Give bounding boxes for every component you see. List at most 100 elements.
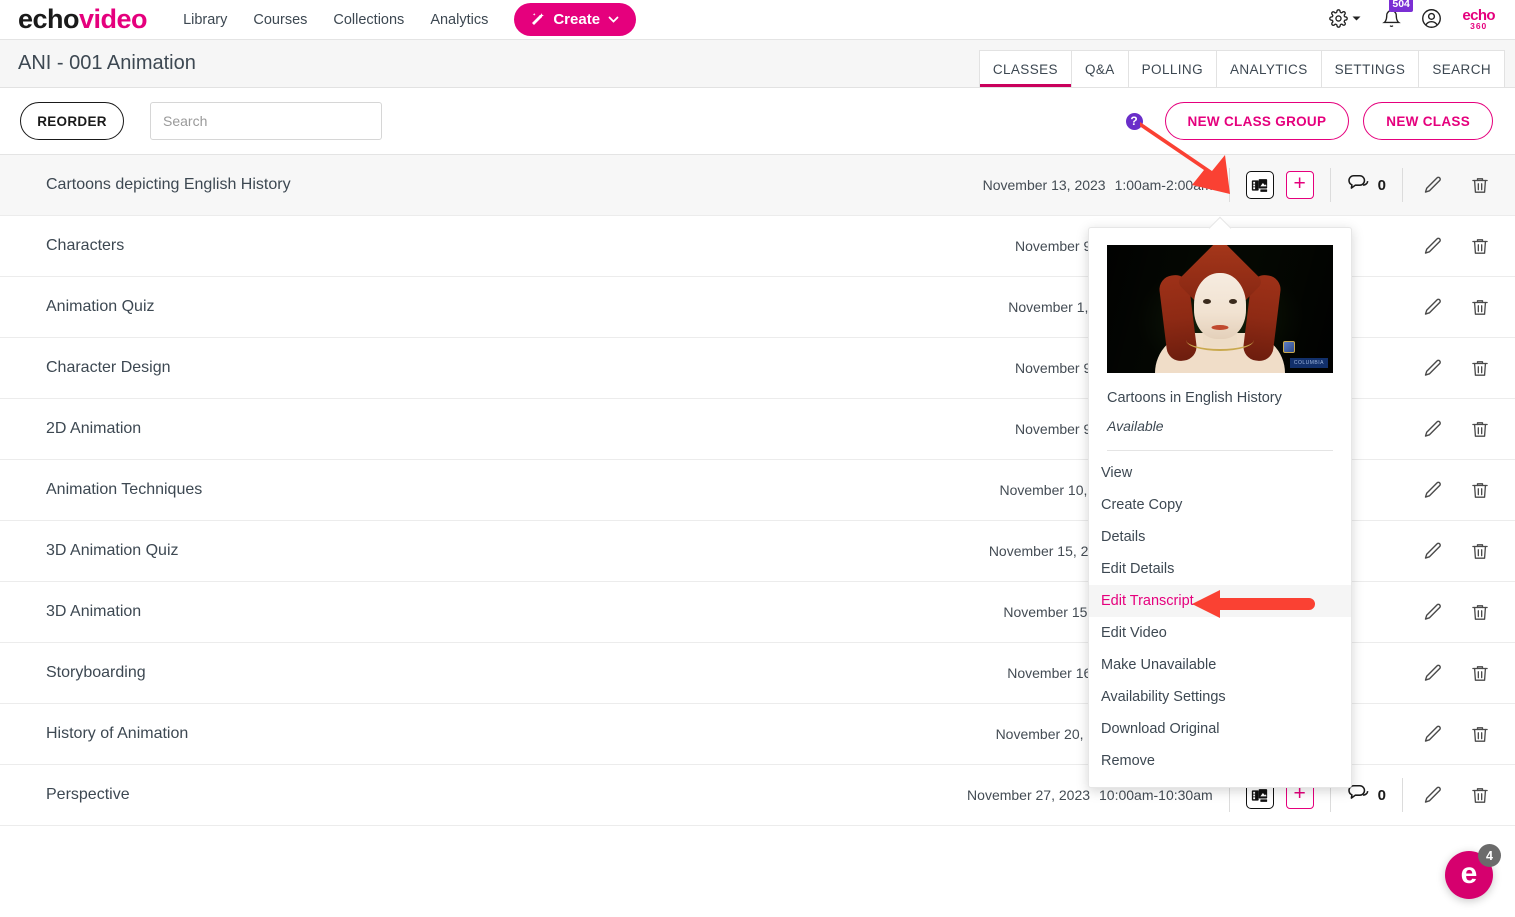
thumbnail-watermark: COLUMBIA [1289, 358, 1328, 368]
edit-class-button[interactable] [1419, 172, 1445, 198]
context-menu-item[interactable]: Availability Settings [1089, 681, 1351, 713]
reorder-button[interactable]: REORDER [20, 102, 124, 140]
edit-class-button[interactable] [1419, 599, 1445, 625]
comments-indicator[interactable]: 0 [1347, 783, 1386, 808]
tab-classes-label: CLASSES [992, 61, 1058, 77]
context-menu-item[interactable]: Edit Video [1089, 617, 1351, 649]
thumbnail-portrait-image [1107, 245, 1333, 373]
edit-class-button[interactable] [1419, 355, 1445, 381]
class-name: Cartoons depicting English History [46, 176, 291, 193]
class-name: 2D Animation [46, 420, 142, 437]
tab-search[interactable]: SEARCH [1418, 50, 1505, 87]
delete-class-button[interactable] [1467, 416, 1493, 442]
create-button-label: Create [553, 11, 601, 28]
chevron-down-icon [607, 13, 620, 26]
edit-class-button[interactable] [1419, 477, 1445, 503]
row-divider [1402, 778, 1403, 812]
echo360-logo[interactable]: echo 360 [1462, 8, 1495, 31]
tab-classes[interactable]: CLASSES [978, 50, 1072, 87]
create-button[interactable]: Create [514, 3, 637, 36]
tab-search-label: SEARCH [1432, 61, 1491, 77]
context-menu-item[interactable]: Edit Transcript [1089, 585, 1351, 617]
nav-link-library[interactable]: Library [183, 12, 227, 28]
delete-class-button[interactable] [1467, 172, 1493, 198]
top-nav-right-actions: 504 echo 360 [1329, 0, 1499, 32]
new-class-button[interactable]: NEW CLASS [1363, 102, 1493, 140]
context-menu-item[interactable]: Download Original [1089, 713, 1351, 745]
context-menu-item[interactable]: Create Copy [1089, 489, 1351, 521]
delete-class-button[interactable] [1467, 355, 1493, 381]
chat-support-widget[interactable]: e 4 [1445, 844, 1501, 899]
class-name: Animation Quiz [46, 298, 155, 315]
chat-widget-glyph: e [1460, 856, 1478, 890]
toolbar-right-actions: ? NEW CLASS GROUP NEW CLASS [1125, 102, 1493, 140]
class-name: Animation Techniques [46, 481, 203, 498]
comments-indicator[interactable]: 0 [1347, 173, 1386, 198]
page-title: ANI - 001 Animation [18, 52, 196, 74]
new-class-group-button[interactable]: NEW CLASS GROUP [1164, 102, 1350, 140]
nav-link-analytics[interactable]: Analytics [430, 12, 488, 28]
search-input[interactable] [150, 102, 382, 140]
class-list-toolbar: REORDER ? NEW CLASS GROUP NEW CLASS [0, 88, 1515, 154]
class-name: 3D Animation Quiz [46, 542, 179, 559]
tab-settings[interactable]: SETTINGS [1320, 50, 1420, 87]
media-title: Cartoons in English History [1107, 390, 1282, 406]
row-divider [1402, 168, 1403, 202]
class-time: 10:00am-10:30am [1099, 787, 1213, 803]
add-media-button[interactable]: + [1285, 171, 1314, 199]
tab-polling[interactable]: POLLING [1127, 50, 1217, 87]
edit-class-button[interactable] [1419, 416, 1445, 442]
delete-class-button[interactable] [1467, 477, 1493, 503]
notifications-button[interactable]: 504 [1382, 0, 1413, 31]
user-avatar-icon [1421, 8, 1442, 32]
caret-down-icon [1351, 12, 1362, 27]
context-menu-item[interactable]: Remove [1089, 745, 1351, 777]
edit-class-button[interactable] [1419, 538, 1445, 564]
context-menu-item[interactable]: Details [1089, 521, 1351, 553]
class-date: November 27, 2023 [967, 787, 1091, 803]
delete-class-button[interactable] [1467, 721, 1493, 747]
delete-class-button[interactable] [1467, 599, 1493, 625]
row-divider [1228, 168, 1230, 202]
primary-nav-links: Library Courses Collections Analytics [183, 12, 488, 28]
tab-analytics[interactable]: ANALYTICS [1215, 50, 1322, 87]
class-name: 3D Animation [46, 603, 142, 620]
media-icon-button[interactable] [1245, 171, 1274, 199]
row-divider [1329, 168, 1331, 202]
edit-class-button[interactable] [1419, 782, 1445, 808]
brand-echo-text: echo [18, 4, 80, 34]
comment-count: 0 [1377, 176, 1386, 194]
echovideo-logo[interactable]: echovideo [18, 4, 148, 34]
course-tabs: CLASSES Q&A POLLING ANALYTICS SETTINGS S… [978, 40, 1515, 87]
tab-qa-label: Q&A [1084, 61, 1115, 77]
user-profile-button[interactable] [1421, 8, 1442, 32]
edit-class-button[interactable] [1419, 721, 1445, 747]
context-menu-item[interactable]: View [1089, 457, 1351, 489]
class-name: Character Design [46, 359, 171, 376]
delete-class-button[interactable] [1467, 294, 1493, 320]
settings-gear-button[interactable] [1329, 8, 1362, 31]
delete-class-button[interactable] [1467, 233, 1493, 259]
class-name: History of Animation [46, 725, 189, 742]
class-row-actions: November 13, 2023 1:00am-2:00am + 0 [983, 155, 1493, 215]
delete-class-button[interactable] [1467, 782, 1493, 808]
nav-link-collections[interactable]: Collections [333, 12, 404, 28]
context-menu-item[interactable]: Edit Details [1089, 553, 1351, 585]
comment-bubble-icon [1347, 173, 1371, 198]
gear-icon [1329, 8, 1349, 31]
nav-link-courses[interactable]: Courses [253, 12, 307, 28]
top-navigation-bar: echovideo Library Courses Collections An… [0, 0, 1515, 40]
tab-qa[interactable]: Q&A [1070, 50, 1129, 87]
class-date: November 13, 2023 [982, 177, 1106, 193]
context-menu-items: View Create Copy Details Edit Details Edit T… [1089, 451, 1351, 787]
media-availability-status: Available [1107, 418, 1164, 434]
class-row[interactable]: Cartoons depicting English History Novem… [0, 155, 1515, 216]
edit-class-button[interactable] [1419, 294, 1445, 320]
context-menu-item[interactable]: Make Unavailable [1089, 649, 1351, 681]
edit-class-button[interactable] [1419, 660, 1445, 686]
delete-class-button[interactable] [1467, 660, 1493, 686]
help-icon[interactable]: ? [1125, 112, 1143, 130]
edit-class-button[interactable] [1419, 233, 1445, 259]
media-thumbnail[interactable]: COLUMBIA [1107, 245, 1333, 373]
delete-class-button[interactable] [1467, 538, 1493, 564]
